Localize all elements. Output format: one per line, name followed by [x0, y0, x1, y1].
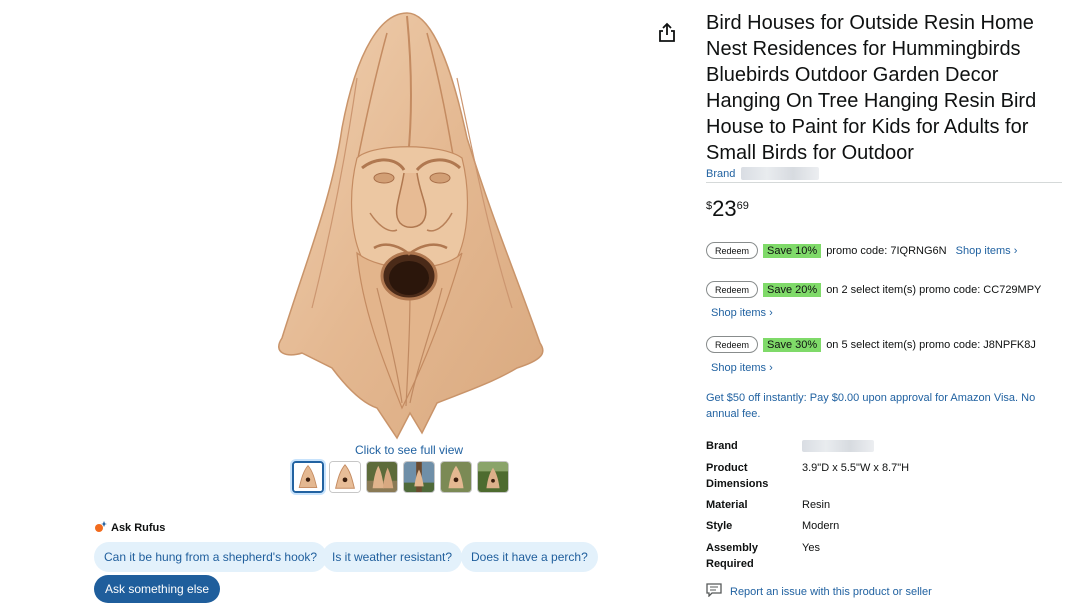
- thumbnail-4[interactable]: [403, 461, 435, 493]
- save-badge: Save 10%: [763, 243, 822, 258]
- promo-description: on 5 select item(s) promo code: J8NPFK8J: [826, 338, 1036, 351]
- share-icon[interactable]: [657, 22, 677, 44]
- ask-rufus-heading: Ask Rufus: [94, 521, 165, 535]
- promo-row: Redeem Save 30% on 5 select item(s) prom…: [706, 336, 1036, 353]
- thumbnail-strip: [292, 461, 509, 493]
- report-issue-link[interactable]: Report an issue with this product or sel…: [706, 583, 932, 600]
- rufus-question-shepherds-hook[interactable]: Can it be hung from a shepherd's hook?: [94, 542, 328, 572]
- thumbnail-1[interactable]: [292, 461, 324, 493]
- spec-label-material: Material: [706, 499, 748, 511]
- spec-label-style: Style: [706, 520, 733, 532]
- promo-row: Redeem Save 10% promo code: 7IQRNG6N Sho…: [706, 242, 1017, 259]
- spec-value-brand: [802, 438, 874, 457]
- promo-description: on 2 select item(s) promo code: CC729MPY: [826, 283, 1042, 296]
- thumbnail-5[interactable]: [440, 461, 472, 493]
- spec-value-dimensions: 3.9"D x 5.5"W x 8.7"H: [802, 462, 910, 474]
- feedback-icon: [706, 583, 722, 600]
- promo-row: Redeem Save 20% on 2 select item(s) prom…: [706, 281, 1041, 298]
- product-price: $2369: [706, 196, 749, 222]
- redeem-button[interactable]: Redeem: [706, 242, 759, 259]
- save-badge: Save 30%: [763, 337, 822, 352]
- rufus-question-weather-resistant[interactable]: Is it weather resistant?: [322, 542, 463, 572]
- price-fraction: 69: [736, 200, 749, 212]
- shop-items-link[interactable]: Shop items ›: [956, 245, 1018, 257]
- brand-name-blurred: [741, 167, 820, 180]
- price-whole: 23: [712, 196, 737, 221]
- spec-value-material: Resin: [802, 499, 831, 511]
- redeem-button[interactable]: Redeem: [706, 281, 759, 298]
- report-issue-label: Report an issue with this product or sel…: [730, 585, 932, 598]
- product-main-image[interactable]: [262, 8, 552, 448]
- click-full-view-link[interactable]: Click to see full view: [355, 443, 463, 457]
- thumbnail-2[interactable]: [329, 461, 361, 493]
- spec-value-assembly: Yes: [802, 542, 820, 554]
- brand-link-label: Brand: [706, 167, 736, 180]
- visa-offer-link[interactable]: Get $50 off instantly: Pay $0.00 upon ap…: [706, 390, 1056, 422]
- rufus-icon: [94, 521, 107, 535]
- save-badge: Save 20%: [763, 282, 822, 297]
- promo-description: promo code: 7IQRNG6N: [826, 244, 947, 257]
- spec-label-assembly: Assembly Required: [706, 542, 758, 570]
- brand-value-blurred: [802, 440, 874, 452]
- redeem-button[interactable]: Redeem: [706, 336, 759, 353]
- ask-rufus-label: Ask Rufus: [111, 522, 166, 534]
- shop-items-link[interactable]: Shop items ›: [711, 362, 773, 374]
- spec-value-style: Modern: [802, 520, 840, 532]
- shop-items-link[interactable]: Shop items ›: [711, 307, 773, 319]
- thumbnail-6[interactable]: [477, 461, 509, 493]
- price-symbol: $: [706, 200, 713, 212]
- title-divider: [706, 182, 1062, 183]
- thumbnail-3[interactable]: [366, 461, 398, 493]
- product-title: Bird Houses for Outside Resin Home Nest …: [706, 12, 1037, 164]
- brand-link[interactable]: Brand: [706, 167, 820, 180]
- ask-something-else-button[interactable]: Ask something else: [94, 575, 221, 603]
- spec-label-brand: Brand: [706, 440, 738, 452]
- rufus-question-perch[interactable]: Does it have a perch?: [461, 542, 598, 572]
- spec-label-dimensions: Product Dimensions: [706, 462, 769, 490]
